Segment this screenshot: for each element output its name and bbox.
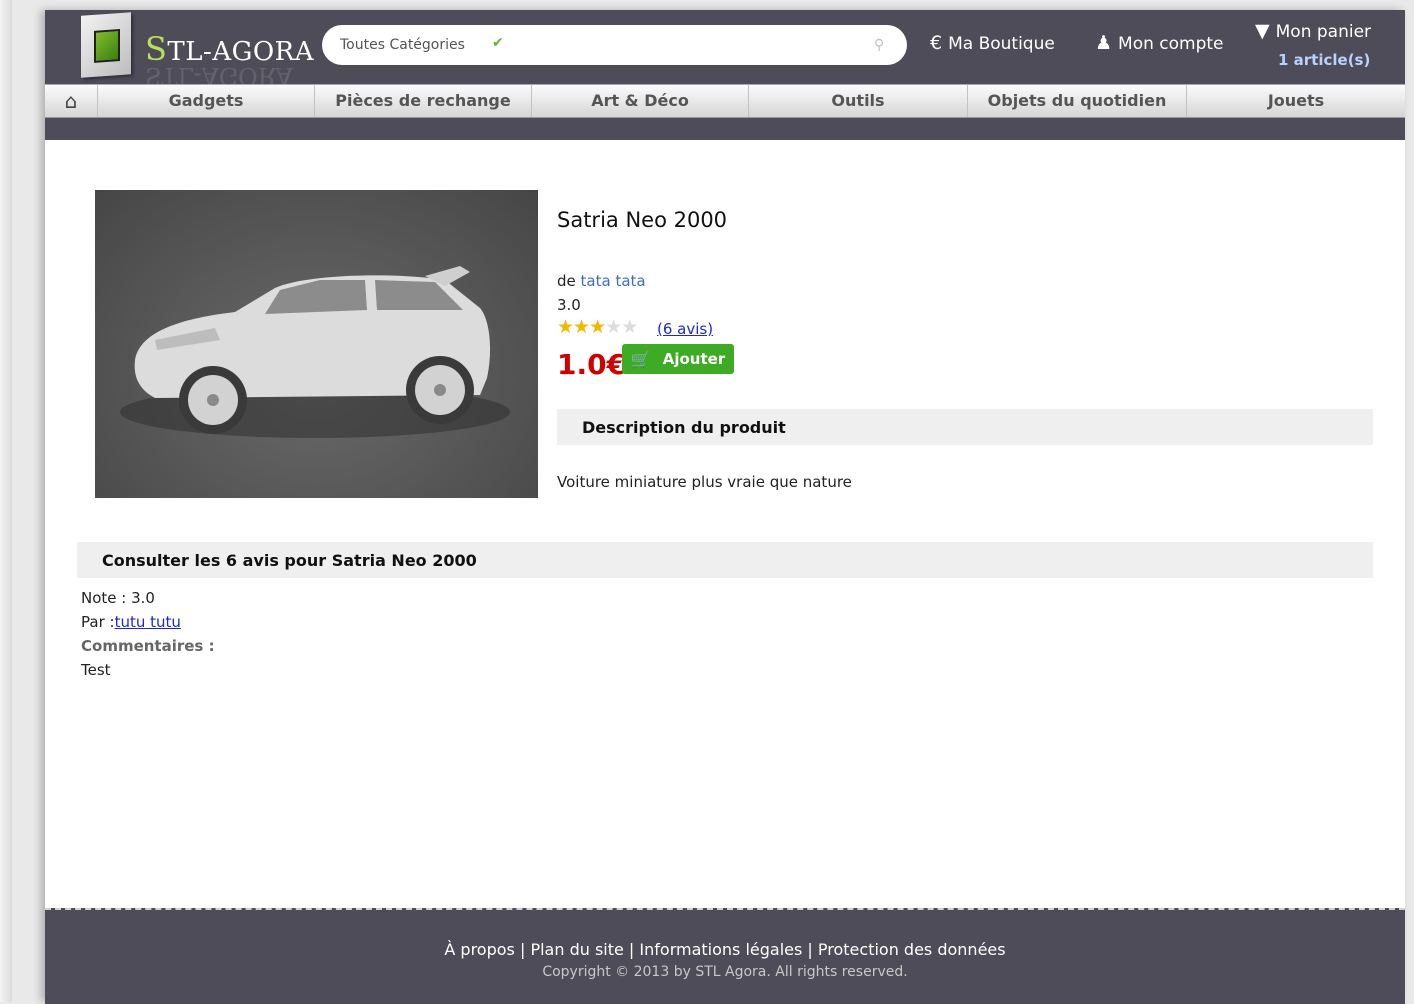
- star-empty-icon: ★: [605, 316, 622, 338]
- nav-mon-panier-label: Mon panier: [1275, 22, 1372, 42]
- page: STL-AGORA STL-AGORA Toutes Catégories ✔ …: [45, 10, 1405, 1004]
- nav-ma-boutique[interactable]: € Ma Boutique: [930, 32, 1055, 54]
- category-objets-du-quotidien[interactable]: Objets du quotidien: [968, 85, 1187, 117]
- footer-link-plan-du-site[interactable]: Plan du site: [530, 940, 623, 959]
- rating-value: 3.0: [557, 296, 581, 314]
- euro-icon: €: [930, 32, 943, 54]
- author-link[interactable]: tata tata: [581, 272, 646, 290]
- nav-mon-compte-label: Mon compte: [1118, 34, 1224, 54]
- review-note-value: 3.0: [131, 589, 155, 607]
- description-header: Description du produit: [557, 409, 1373, 445]
- cart-icon: ▼: [1255, 20, 1270, 42]
- header: STL-AGORA STL-AGORA Toutes Catégories ✔ …: [45, 10, 1405, 140]
- copyright: Copyright © 2013 by STL Agora. All right…: [542, 964, 908, 980]
- review-note-label: Note :: [81, 589, 127, 607]
- home-icon[interactable]: ⌂: [45, 85, 98, 117]
- product-author-line: de tata tata: [557, 272, 646, 290]
- description-header-label: Description du produit: [582, 418, 786, 437]
- review-note: Note : 3.0: [81, 586, 215, 610]
- chevron-down-icon[interactable]: ✔: [492, 35, 504, 51]
- footer-links: À propos | Plan du site | Informations l…: [444, 940, 1006, 959]
- logo-cube-icon[interactable]: [81, 12, 131, 78]
- product-title: Satria Neo 2000: [557, 208, 728, 232]
- review-comment: Test: [81, 661, 111, 679]
- search-input[interactable]: [532, 33, 856, 59]
- cart-count[interactable]: 1 article(s): [1278, 51, 1370, 69]
- star-empty-icon: ★: [621, 316, 638, 338]
- star-filled-icon: ★: [573, 316, 590, 338]
- category-select[interactable]: Toutes Catégories: [340, 37, 465, 53]
- star-filled-icon: ★: [557, 316, 574, 338]
- product-image[interactable]: [95, 190, 538, 498]
- add-to-cart-button[interactable]: 🛒 Ajouter: [622, 344, 734, 374]
- category-jouets[interactable]: Jouets: [1187, 85, 1405, 117]
- category-bar: ⌂ Gadgets Pièces de rechange Art & Déco …: [45, 84, 1405, 118]
- page-background: [0, 0, 12, 1002]
- nav-ma-boutique-label: Ma Boutique: [948, 34, 1055, 54]
- star-filled-icon: ★: [589, 316, 606, 338]
- footer: À propos | Plan du site | Informations l…: [45, 908, 1405, 1004]
- reviews-header-label: Consulter les 6 avis pour Satria Neo 200…: [102, 551, 477, 570]
- category-pieces-de-rechange[interactable]: Pièces de rechange: [315, 85, 532, 117]
- search-bar: Toutes Catégories ✔ ⚲: [322, 25, 907, 65]
- review-author-link[interactable]: tutu tutu: [115, 613, 181, 631]
- category-art-deco[interactable]: Art & Déco: [532, 85, 749, 117]
- review-by: Par :tutu tutu: [81, 610, 215, 634]
- reviews-header: Consulter les 6 avis pour Satria Neo 200…: [77, 542, 1373, 578]
- category-gadgets[interactable]: Gadgets: [98, 85, 315, 117]
- review-item: Note : 3.0 Par :tutu tutu Commentaires :…: [81, 586, 215, 682]
- footer-link-protection-des-donnees[interactable]: Protection des données: [818, 940, 1006, 959]
- review-by-label: Par :: [81, 613, 115, 631]
- nav-mon-panier[interactable]: ▼ Mon panier: [1255, 20, 1371, 42]
- star-rating: ★★★★★: [557, 316, 638, 338]
- review-comments-label: Commentaires :: [81, 637, 215, 655]
- reviews-link[interactable]: (6 avis): [657, 320, 713, 338]
- product-price: 1.0€: [557, 348, 627, 381]
- footer-link-a-propos[interactable]: À propos: [444, 940, 514, 959]
- footer-link-informations-legales[interactable]: Informations légales: [639, 940, 802, 959]
- nav-mon-compte[interactable]: ♟ Mon compte: [1095, 32, 1224, 54]
- add-to-cart-label: Ajouter: [662, 350, 726, 368]
- cart-add-icon: 🛒: [630, 349, 651, 369]
- user-icon: ♟: [1095, 32, 1113, 54]
- search-icon[interactable]: ⚲: [874, 37, 884, 53]
- product-description: Voiture miniature plus vraie que nature: [557, 473, 852, 491]
- by-prefix: de: [557, 272, 576, 290]
- car-illustration: [120, 266, 510, 438]
- category-outils[interactable]: Outils: [749, 85, 968, 117]
